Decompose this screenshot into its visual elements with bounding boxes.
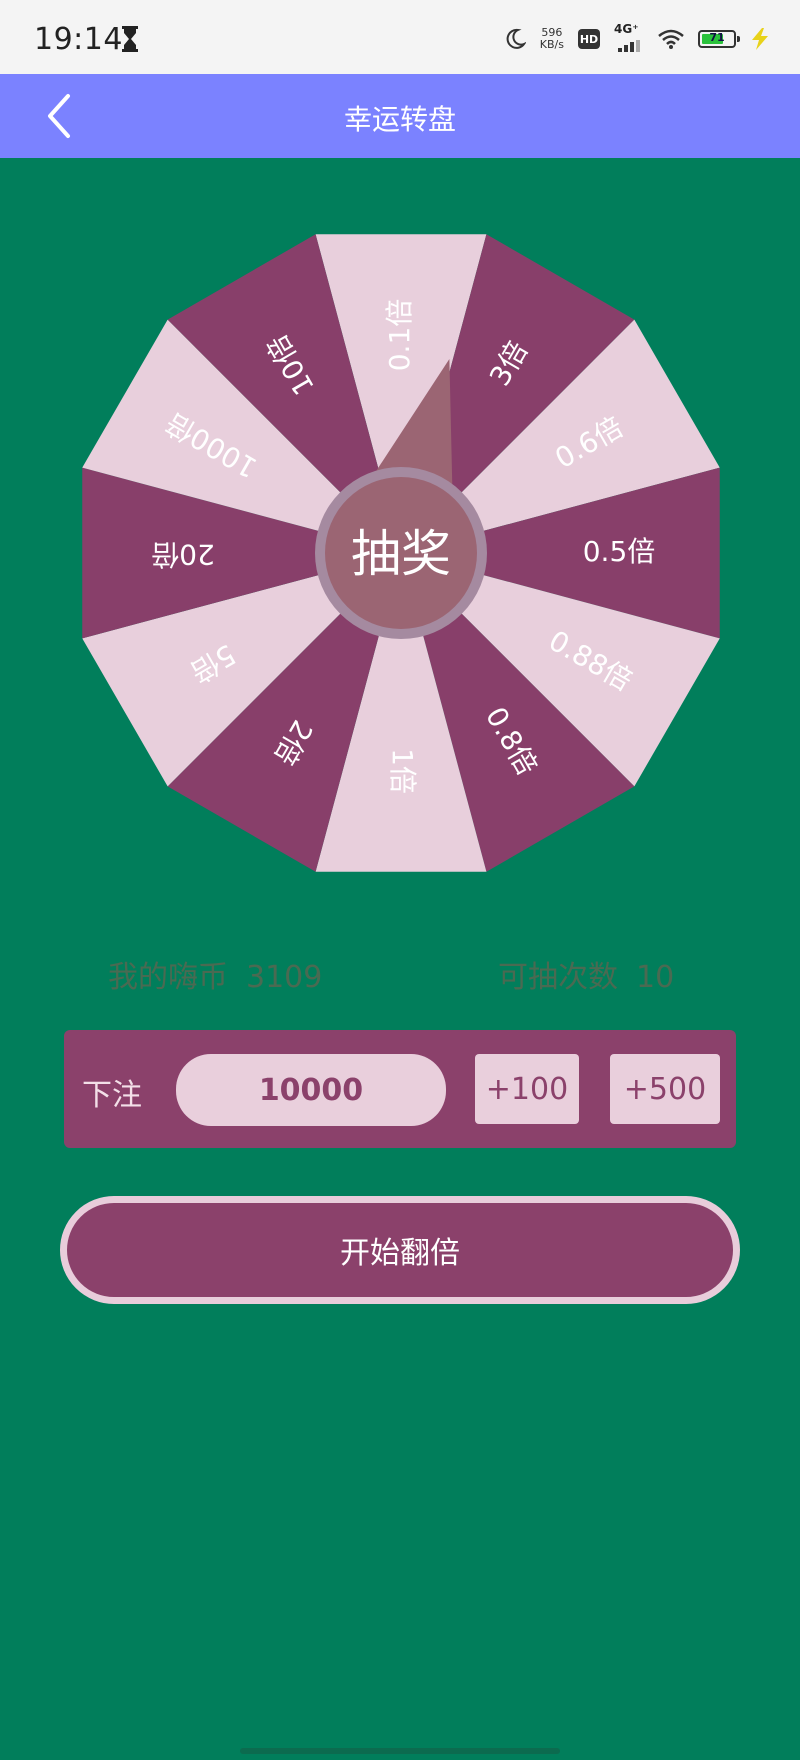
hd-icon: HD: [578, 29, 600, 49]
bet-amount-input[interactable]: [176, 1054, 446, 1126]
info-row: 我的嗨币 3109 可抽次数 10: [0, 952, 800, 996]
moon-icon: [506, 28, 526, 49]
status-time: 19:14: [34, 22, 123, 57]
coins-label: 我的嗨币: [108, 960, 228, 995]
wheel-segment-label: 1倍: [386, 748, 419, 794]
add-100-button[interactable]: +100: [475, 1054, 579, 1124]
remaining-times-label: 可抽次数: [498, 960, 618, 995]
spin-button-label[interactable]: 抽奖: [351, 525, 451, 583]
app-header: 幸运转盘: [0, 74, 800, 158]
battery-icon: 71: [698, 30, 740, 48]
battery-percent: 71: [709, 31, 725, 44]
wheel-graphic: 0.1倍 3倍0.6倍0.5倍0.88倍0.8倍1倍2倍5倍20倍1000倍10倍…: [82, 234, 720, 872]
status-bar: 19:14 596 KB/s HD 4G⁺ 71: [0, 0, 800, 74]
page-title: 幸运转盘: [343, 103, 456, 136]
start-double-button[interactable]: 开始翻倍: [60, 1196, 740, 1304]
wheel-segment-label: 0.5倍: [583, 535, 656, 568]
charging-bolt-icon: [752, 28, 768, 50]
home-indicator: [240, 1748, 560, 1754]
remaining-times-info: 可抽次数 10: [498, 952, 692, 996]
wheel-segment-label: 20倍: [151, 538, 215, 571]
bet-label: 下注: [82, 1078, 142, 1113]
cellular-signal-icon: 4G⁺: [614, 22, 644, 52]
coins-info: 我的嗨币 3109: [108, 952, 340, 996]
hourglass-icon: [122, 26, 138, 52]
network-speed: 596 KB/s: [540, 27, 564, 51]
network-speed-unit: KB/s: [539, 38, 564, 51]
wifi-icon: [658, 29, 684, 49]
bet-panel: 下注 +100 +500: [64, 1030, 736, 1148]
status-icons: 596 KB/s HD 4G⁺ 71: [504, 22, 770, 54]
remaining-times-value: 10: [636, 960, 675, 995]
lucky-wheel: 0.1倍 3倍 0.6倍 0.5倍 0.88倍 0.8倍 1倍 2倍 5倍 20倍 1000倍 10倍…: [80, 232, 722, 874]
wheel-segment-label: 0.1倍: [383, 299, 416, 372]
network-type: 4G⁺: [614, 22, 639, 36]
coins-value: 3109: [246, 960, 323, 995]
add-500-button[interactable]: +500: [610, 1054, 720, 1124]
